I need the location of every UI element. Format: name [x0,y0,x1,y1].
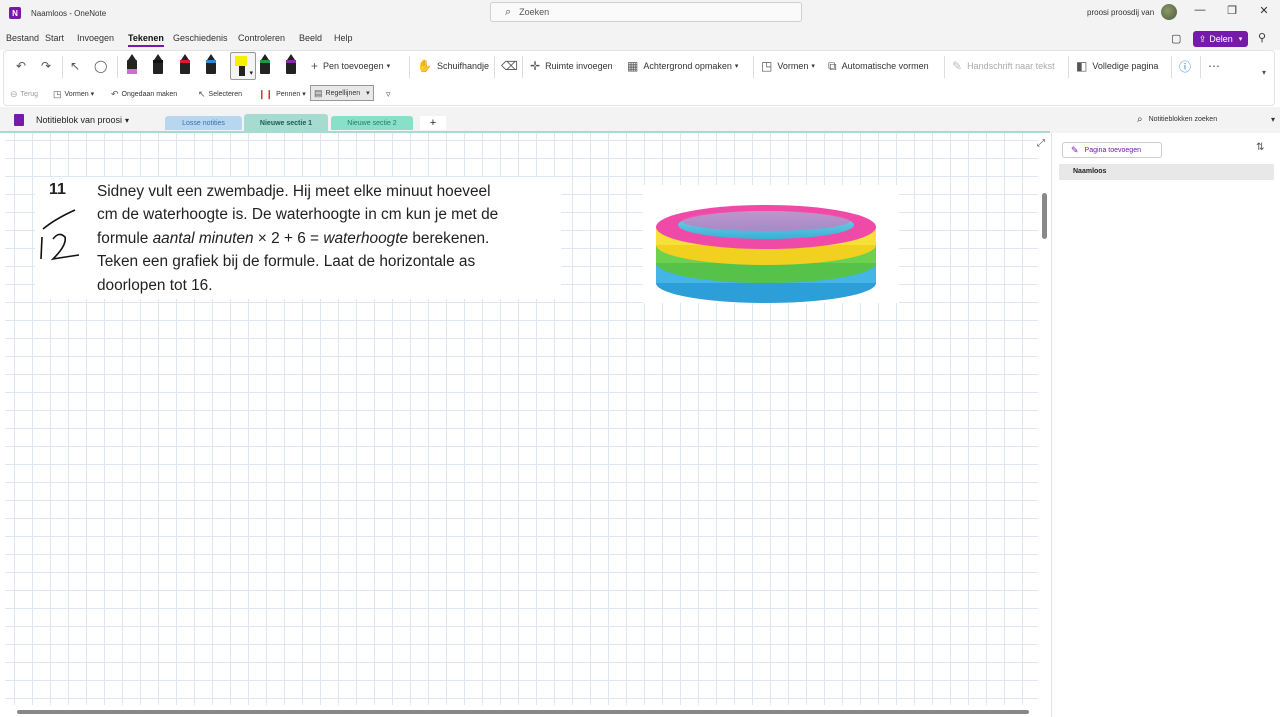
menu-controleren[interactable]: Controleren [238,33,285,43]
search-placeholder: Zoeken [519,7,550,17]
tab-nieuwe-sectie-1[interactable]: Nieuwe sectie 1 [244,114,328,132]
pens-icon: ❙❙ [258,88,274,99]
grid-icon: ▦ [627,59,639,73]
shapes-button[interactable]: ◳ Vormen ▾ [761,59,815,73]
pen-green-icon[interactable] [260,54,270,76]
handwritten-answer [40,209,80,261]
help-icon[interactable]: ⓘ [1179,59,1196,74]
page-canvas[interactable]: 11 12 Sidney vult een zwembadje. Hij mee… [5,133,1038,705]
avatar[interactable] [1161,4,1177,20]
tab-nieuwe-sectie-2[interactable]: Nieuwe sectie 2 [331,116,413,130]
customize-toolbar-icon[interactable]: ▿ [386,88,394,100]
insert-space-icon: ✛ [530,59,541,73]
pen-blue-icon[interactable] [206,54,216,76]
pointer-tool-icon[interactable]: ↖ [70,59,85,73]
menu-geschiedenis[interactable]: Geschiedenis [173,33,228,43]
lasso-select-icon[interactable]: ◯ [94,59,112,73]
share-label: Delen [1209,34,1233,44]
share-button[interactable]: ⇪ Delen ▾ [1193,31,1248,47]
scroll-thumb[interactable] [1042,193,1047,239]
more-options-icon[interactable]: ⋯ [1208,59,1225,73]
select-icon: ↖ [198,88,206,99]
notebook-icon [14,114,24,126]
full-page-icon: ◧ [1076,59,1088,73]
back-button[interactable]: ⊖ Terug [10,88,38,100]
eraser-icon[interactable]: ⌫ [501,59,523,73]
auto-shapes-icon: ⧉ [828,58,837,73]
onenote-logo-icon: N [9,7,21,19]
minimize-icon[interactable]: — [1190,4,1210,16]
rule-lines-button[interactable]: ▤ Regellijnen ▾ [310,85,374,101]
ribbon-tekenen: ↶ ↷ ↖ ◯ ▾ + Pen toevoegen ▾ ✋ Schuifhandje … [3,50,1275,106]
sort-icon[interactable]: ⇅ [1256,142,1264,153]
restore-icon[interactable]: ❐ [1222,4,1242,17]
undo-action-button[interactable]: ↶ Ongedaan maken [111,88,177,100]
close-icon[interactable]: ✕ [1254,4,1274,17]
shapes-small-button[interactable]: ◳ Vormen ▾ [53,88,94,100]
chevron-down-icon: ▾ [1270,114,1275,124]
menu-help[interactable]: Help [334,33,353,43]
horizontal-scrollbar[interactable] [5,705,1040,717]
notebook-search-input[interactable]: ⌕ Notitieblokken zoeken ▾ [1133,111,1275,127]
user-name[interactable]: proosi proosdij van [1087,8,1154,17]
chevron-down-icon: ▾ [1238,36,1243,43]
collapse-ribbon-icon[interactable]: ▾ [1262,65,1271,79]
shapes-icon: ◳ [761,59,773,73]
menu-tekenen[interactable]: Tekenen [128,33,164,47]
pan-button[interactable]: ✋ Schuifhandje [417,59,489,73]
full-page-button[interactable]: ◧ Volledige pagina [1076,59,1158,73]
scroll-thumb[interactable] [17,710,1029,714]
rule-lines-icon: ▤ [314,87,323,98]
exercise-text: Sidney vult een zwembadje. Hij meet elke… [97,183,499,294]
add-section-button[interactable]: + [420,116,446,130]
select-button[interactable]: ↖ Selecteren [198,88,242,100]
menu-bar: Bestand Start Invoegen Tekenen Geschiede… [0,26,1280,50]
exercise-block: 11 12 Sidney vult een zwembadje. Hij mee… [35,177,561,299]
ink-to-text-button[interactable]: ✎ Handschrift naar tekst [952,59,1055,73]
insert-space-button[interactable]: ✛ Ruimte invoegen [530,59,613,73]
plus-icon: + [311,59,319,73]
pen-black-icon[interactable] [153,54,163,76]
search-input[interactable]: ⌕ Zoeken [490,2,802,22]
vertical-scrollbar[interactable] [1040,133,1050,705]
search-icon: ⌕ [1137,113,1143,125]
back-icon: ⊖ [10,88,18,99]
add-page-icon: ✎ [1071,144,1079,155]
chevron-down-icon: ▾ [125,115,130,125]
menu-start[interactable]: Start [45,33,64,43]
background-format-button[interactable]: ▦ Achtergrond opmaken ▾ [627,59,738,73]
pin-icon[interactable]: ⚲ [1258,31,1266,44]
share-icon: ⇪ [1198,33,1207,44]
highlighter-yellow-selected[interactable]: ▾ [230,52,256,80]
page-list-item[interactable]: Naamloos [1059,164,1274,180]
pages-panel: ✎ Pagina toevoegen ⇅ Naamloos [1051,133,1280,717]
undo-small-icon: ↶ [111,88,119,99]
search-icon: ⌕ [505,5,512,18]
redo-icon[interactable]: ↷ [41,59,56,73]
pens-button[interactable]: ❙❙ Pennen ▾ [258,88,306,100]
shapes-small-icon: ◳ [53,88,62,99]
menu-invoegen[interactable]: Invoegen [77,33,114,43]
undo-icon[interactable]: ↶ [16,59,31,73]
notebook-selector[interactable]: Notitieblok van proosi ▾ [14,114,129,126]
add-pen-button[interactable]: + Pen toevoegen ▾ [311,59,390,73]
menu-bestand[interactable]: Bestand [6,33,39,43]
notebook-view-icon[interactable]: ▢ [1171,32,1181,45]
pool-image[interactable] [643,185,899,303]
menu-beeld[interactable]: Beeld [299,33,322,43]
add-page-button[interactable]: ✎ Pagina toevoegen [1062,142,1162,158]
section-bar: Notitieblok van proosi ▾ Losse notities … [0,107,1280,133]
chevron-down-icon: ▾ [249,70,253,77]
hand-icon: ✋ [417,59,432,73]
title-bar: N Naamloos - OneNote ⌕ Zoeken proosi pro… [0,0,1280,26]
pen-pink-icon[interactable] [127,54,137,76]
pen-red-icon[interactable] [180,54,190,76]
exercise-number: 11 [49,181,66,198]
ink-to-text-icon: ✎ [952,59,963,73]
pen-purple-icon[interactable] [286,54,296,76]
tab-losse-notities[interactable]: Losse notities [165,116,242,130]
window-title: Naamloos - OneNote [31,8,107,18]
auto-shapes-button[interactable]: ⧉ Automatische vormen [828,59,929,73]
